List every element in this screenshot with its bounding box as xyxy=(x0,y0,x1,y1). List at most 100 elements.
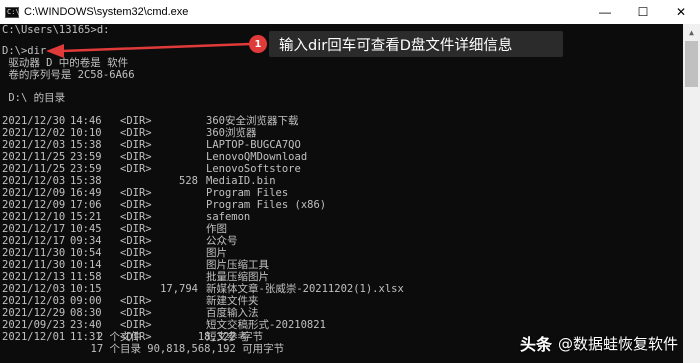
listing-row: 2021/12/10 15:21 <DIR> safemon xyxy=(0,211,683,223)
entry-name: 百度输入法 xyxy=(206,307,259,319)
entry-time: 15:38 xyxy=(70,139,102,151)
entry-date: 2021/12/02 xyxy=(2,127,66,139)
entry-time: 09:34 xyxy=(70,235,102,247)
watermark: 头条 @数据蛙恢复软件 xyxy=(520,331,678,355)
entry-name: 短文交稿形式-20210821 xyxy=(206,319,326,331)
entry-date: 2021/12/09 xyxy=(2,199,66,211)
entry-time: 11:58 xyxy=(70,271,102,283)
listing-row: 2021/12/13 11:58 <DIR> 批量压缩图片 xyxy=(0,271,683,283)
entry-dir-marker: <DIR> xyxy=(120,295,152,307)
annotation-number-badge: 1 xyxy=(249,35,267,53)
close-button[interactable]: ✕ xyxy=(662,0,700,24)
entry-time: 15:21 xyxy=(70,211,102,223)
entry-name: MediaID.bin xyxy=(206,175,276,187)
entry-name: 360浏览器 xyxy=(206,127,257,139)
entry-name: 批量压缩图片 xyxy=(206,271,269,283)
entry-size: 528 xyxy=(179,175,198,187)
entry-name: 360安全浏览器下载 xyxy=(206,115,299,127)
entry-dir-marker: <DIR> xyxy=(120,307,152,319)
entry-time: 14:46 xyxy=(70,115,102,127)
entry-time: 10:14 xyxy=(70,259,102,271)
entry-name: 公众号 xyxy=(206,235,238,247)
entry-time: 10:10 xyxy=(70,127,102,139)
entry-dir-marker: <DIR> xyxy=(120,319,152,331)
listing-row: 2021/11/25 23:59 <DIR> LenovoSoftstore xyxy=(0,163,683,175)
listing-row: 2021/12/29 08:30 <DIR> 百度输入法 xyxy=(0,307,683,319)
files-summary-line: 2 个文件 18,322 字节 xyxy=(2,331,264,343)
watermark-brand: 头条 xyxy=(519,335,552,354)
listing-row: 2021/12/30 14:46 <DIR> 360安全浏览器下载 xyxy=(0,115,683,127)
listing-row: 2021/12/03 15:38 528 MediaID.bin xyxy=(0,175,683,187)
entry-name: 图片 xyxy=(206,247,227,259)
entry-name: Program Files (x86) xyxy=(206,199,327,211)
entry-date: 2021/12/09 xyxy=(2,187,66,199)
window-title: C:\WINDOWS\system32\cmd.exe xyxy=(24,6,189,18)
vertical-scrollbar[interactable]: ▲ xyxy=(683,24,700,363)
prompt-line: C:\Users\13165>d: xyxy=(2,24,110,36)
entry-dir-marker: <DIR> xyxy=(120,151,152,163)
entry-time: 23:59 xyxy=(70,151,102,163)
entry-date: 2021/12/29 xyxy=(2,307,66,319)
listing-row: 2021/12/17 10:45 <DIR> 作图 xyxy=(0,223,683,235)
listing-row: 2021/11/30 10:54 <DIR> 图片 xyxy=(0,247,683,259)
directory-of-line: D:\ 的目录 xyxy=(2,92,66,104)
dirs-summary-line: 17 个目录 90,818,568,192 可用字节 xyxy=(2,343,285,355)
maximize-button[interactable]: ☐ xyxy=(624,0,662,24)
entry-date: 2021/12/30 xyxy=(2,115,66,127)
entry-date: 2021/11/25 xyxy=(2,151,66,163)
entry-dir-marker: <DIR> xyxy=(120,163,152,175)
title-bar: C:\ C:\WINDOWS\system32\cmd.exe — ☐ ✕ xyxy=(0,0,700,24)
entry-time: 10:54 xyxy=(70,247,102,259)
entry-dir-marker: <DIR> xyxy=(120,223,152,235)
entry-dir-marker: <DIR> xyxy=(120,247,152,259)
scroll-thumb[interactable] xyxy=(685,41,698,87)
entry-name: 作图 xyxy=(206,223,227,235)
listing-row: 2021/12/09 16:49 <DIR> Program Files xyxy=(0,187,683,199)
entry-name: LenovoSoftstore xyxy=(206,163,301,175)
listing-row: 2021/12/03 15:38 <DIR> LAPTOP-BUGCA7QO xyxy=(0,139,683,151)
entry-date: 2021/09/23 xyxy=(2,319,66,331)
entry-date: 2021/12/03 xyxy=(2,175,66,187)
entry-date: 2021/11/25 xyxy=(2,163,66,175)
listing-row: 2021/11/25 23:59 <DIR> LenovoQMDownload xyxy=(0,151,683,163)
entry-time: 23:59 xyxy=(70,163,102,175)
volume-label-line: 驱动器 D 中的卷是 软件 xyxy=(2,57,129,69)
entry-time: 10:15 xyxy=(70,283,102,295)
scroll-up-arrow-icon[interactable]: ▲ xyxy=(683,24,700,41)
listing-row: 2021/12/03 10:15 17,794 新媒体文章-张威崇-20211202(… xyxy=(0,283,683,295)
entry-dir-marker: <DIR> xyxy=(120,235,152,247)
listing-row: 2021/11/30 10:14 <DIR> 图片压缩工具 xyxy=(0,259,683,271)
listing-row: 2021/12/17 09:34 <DIR> 公众号 xyxy=(0,235,683,247)
cmd-app-icon: C:\ xyxy=(5,6,20,18)
window-controls: — ☐ ✕ xyxy=(586,0,700,24)
entry-name: LAPTOP-BUGCA7QO xyxy=(206,139,301,151)
entry-size: 17,794 xyxy=(160,283,198,295)
entry-name: Program Files xyxy=(206,187,289,199)
entry-time: 17:06 xyxy=(70,199,102,211)
entry-time: 15:38 xyxy=(70,175,102,187)
entry-name: 图片压缩工具 xyxy=(206,259,269,271)
entry-time: 08:30 xyxy=(70,307,102,319)
entry-name: LenovoQMDownload xyxy=(206,151,308,163)
entry-date: 2021/12/17 xyxy=(2,223,66,235)
entry-name: safemon xyxy=(206,211,251,223)
entry-time: 09:00 xyxy=(70,295,102,307)
watermark-text: @数据蛙恢复软件 xyxy=(557,334,678,353)
entry-date: 2021/11/30 xyxy=(2,259,66,271)
entry-dir-marker: <DIR> xyxy=(120,139,152,151)
entry-dir-marker: <DIR> xyxy=(120,271,152,283)
entry-dir-marker: <DIR> xyxy=(120,127,152,139)
entry-date: 2021/12/17 xyxy=(2,235,66,247)
entry-dir-marker: <DIR> xyxy=(120,115,152,127)
listing-row: 2021/12/09 17:06 <DIR> Program Files (x86) xyxy=(0,199,683,211)
entry-dir-marker: <DIR> xyxy=(120,199,152,211)
entry-date: 2021/11/30 xyxy=(2,247,66,259)
dir-command-line: D:\>dir xyxy=(2,45,47,57)
console-output[interactable]: C:\Users\13165>d: D:\>dir 驱动器 D 中的卷是 软件 … xyxy=(0,24,683,363)
listing-row: 2021/09/23 23:40 <DIR> 短文交稿形式-20210821 xyxy=(0,319,683,331)
entry-time: 23:40 xyxy=(70,319,102,331)
entry-dir-marker: <DIR> xyxy=(120,187,152,199)
entry-date: 2021/12/03 xyxy=(2,139,66,151)
entry-date: 2021/12/13 xyxy=(2,271,66,283)
minimize-button[interactable]: — xyxy=(586,0,624,24)
